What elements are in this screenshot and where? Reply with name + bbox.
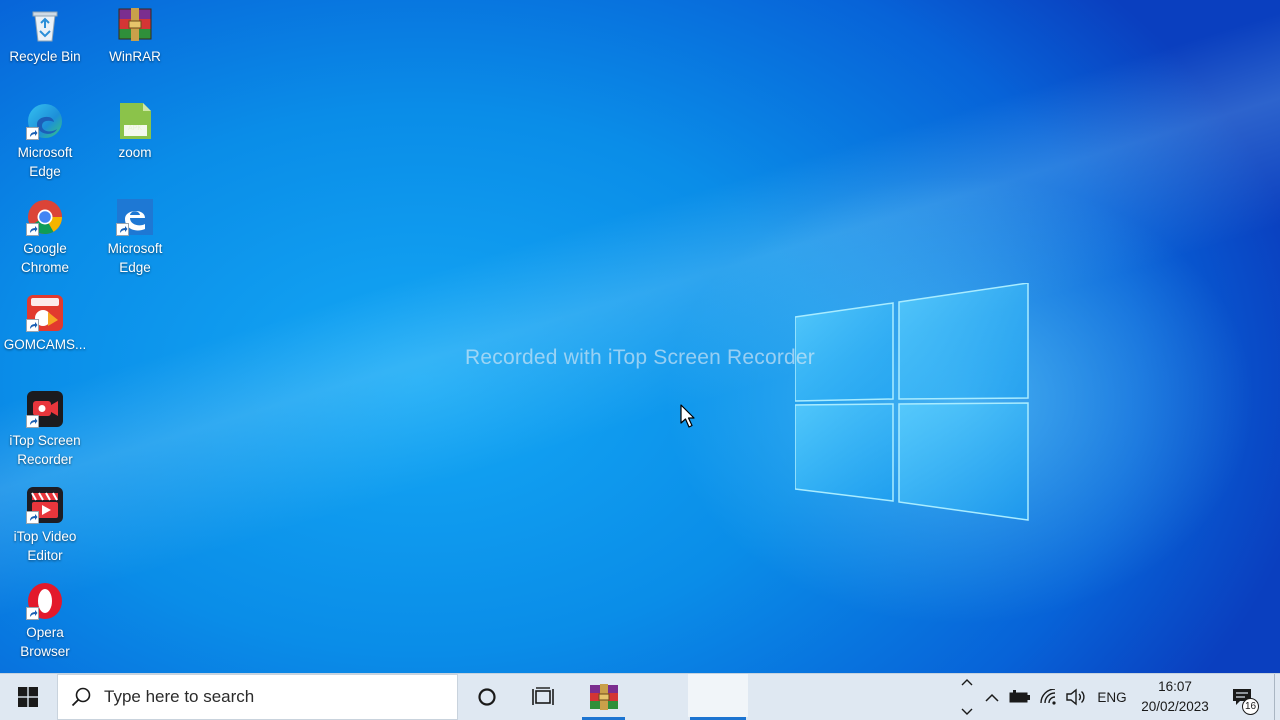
cortana-button[interactable] [462, 674, 512, 720]
taskbar-scroll-arrows[interactable] [957, 674, 977, 720]
desktop-icon-label: Google Chrome [20, 241, 69, 275]
wallpaper-light-beam [0, 0, 1280, 673]
winrar-icon [116, 6, 154, 44]
desktop-icon-label: iTop Video Editor [13, 529, 77, 563]
action-center-button[interactable]: 16 [1222, 674, 1262, 720]
recorder-watermark: Recorded with iTop Screen Recorder [465, 346, 815, 369]
desktop-icon-label: Recycle Bin [9, 49, 81, 64]
desktop-icon-itop-video-editor[interactable]: iTop Video Editor [0, 480, 90, 572]
edge-icon [26, 102, 64, 140]
cortana-icon [478, 688, 496, 706]
chevron-up-icon [985, 693, 999, 702]
desktop-icon-microsoft-edge-legacy[interactable]: Microsoft Edge [90, 192, 180, 284]
windows-logo-wallpaper [795, 283, 1029, 521]
chrome-icon [26, 198, 64, 236]
shortcut-arrow-icon [26, 223, 39, 236]
opera-icon [26, 582, 64, 620]
clock-time: 16:07 [1158, 679, 1192, 694]
desktop-icon-label: iTop Screen Recorder [9, 433, 81, 467]
desktop-icon-winrar[interactable]: WinRAR [90, 0, 180, 92]
desktop-icon-label: Microsoft Edge [17, 145, 73, 179]
desktop-icon-label: GOMCAMS... [3, 337, 87, 352]
chevron-down-icon[interactable] [961, 708, 973, 716]
notification-count-badge: 16 [1242, 698, 1259, 715]
desktop-icon-recycle-bin[interactable]: Recycle Bin [0, 0, 90, 92]
shortcut-arrow-icon [26, 511, 39, 524]
taskbar-app-active-window[interactable] [688, 674, 748, 720]
taskbar-app-winrar[interactable] [580, 674, 627, 720]
desktop-icon-label: WinRAR [109, 49, 161, 64]
desktop-icon-label: Microsoft Edge [107, 241, 163, 275]
edge-legacy-icon [116, 198, 154, 236]
gomcam-icon [26, 294, 64, 332]
battery-indicator[interactable] [1007, 674, 1033, 720]
search-input[interactable] [102, 686, 436, 708]
active-app-thumbnail [688, 674, 748, 717]
recycle-bin-icon [26, 6, 64, 44]
taskbar: ENG 16:07 20/02/2023 16 [0, 673, 1280, 720]
desktop-icon-google-chrome[interactable]: Google Chrome [0, 192, 90, 284]
network-indicator[interactable] [1037, 674, 1061, 720]
clock-date: 20/02/2023 [1141, 699, 1209, 714]
desktop-icon-label: zoom [118, 145, 152, 160]
speaker-icon [1066, 688, 1085, 706]
apk-file-icon: APK [116, 102, 154, 140]
task-view-icon [532, 687, 554, 705]
desktop-icon-opera-browser[interactable]: Opera Browser [0, 576, 90, 668]
desktop-icon-itop-screen-recorder[interactable]: iTop Screen Recorder [0, 384, 90, 476]
start-button[interactable] [0, 674, 56, 720]
taskbar-search-box[interactable] [57, 674, 458, 720]
windows-start-icon [18, 687, 38, 707]
itop-video-editor-icon [26, 486, 64, 524]
shortcut-arrow-icon [26, 319, 39, 332]
mouse-cursor-icon [680, 404, 695, 428]
volume-control[interactable] [1063, 674, 1089, 720]
desktop-icon-label: Opera Browser [20, 625, 70, 659]
itop-screen-recorder-icon [26, 390, 64, 428]
desktop-icon-zoom-apk[interactable]: APK zoom [90, 96, 180, 188]
wifi-icon [1040, 689, 1056, 705]
shortcut-arrow-icon [26, 607, 39, 620]
desktop-icon-gomcam[interactable]: GOMCAMS... [0, 288, 90, 380]
battery-icon [1009, 690, 1030, 703]
search-icon [71, 687, 91, 707]
apk-badge-text: APK [128, 125, 142, 132]
desktop-wallpaper[interactable]: Recorded with iTop Screen Recorder Recyc… [0, 0, 1280, 673]
chevron-up-icon[interactable] [961, 678, 973, 686]
shortcut-arrow-icon [26, 415, 39, 428]
desktop-icon-microsoft-edge[interactable]: Microsoft Edge [0, 96, 90, 188]
input-language-indicator[interactable]: ENG [1094, 674, 1130, 720]
shortcut-arrow-icon [26, 127, 39, 140]
shortcut-arrow-icon [116, 223, 129, 236]
winrar-icon [589, 684, 618, 710]
system-clock[interactable]: 16:07 20/02/2023 [1135, 677, 1215, 719]
show-desktop-button[interactable] [1274, 674, 1280, 720]
show-hidden-icons-button[interactable] [981, 674, 1003, 720]
task-view-button[interactable] [518, 674, 568, 720]
